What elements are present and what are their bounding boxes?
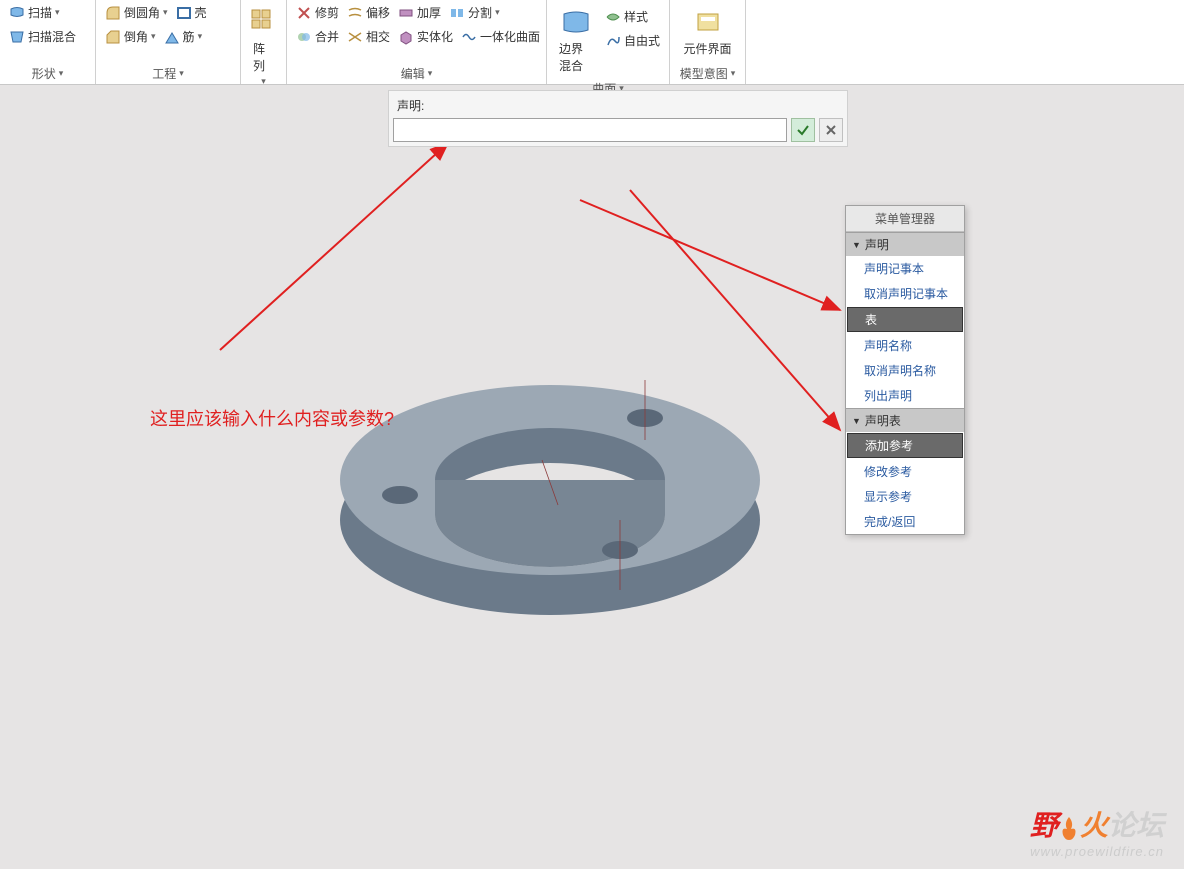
intersect-button[interactable]: 相交 xyxy=(344,26,393,47)
scan-blend-label: 扫描混合 xyxy=(28,28,76,45)
shell-icon xyxy=(176,5,192,21)
menu-manager-title: 菜单管理器 xyxy=(846,206,964,232)
watermark: 野火论坛 www.proewildfire.cn xyxy=(1030,804,1164,859)
pattern-icon xyxy=(248,6,280,38)
offset-button[interactable]: 偏移 xyxy=(344,2,393,23)
declare-text-input[interactable] xyxy=(393,118,787,142)
shape-group-label: 形状▾ xyxy=(6,63,89,84)
ribbon-toolbar: 扫描▾ 扫描混合 形状▾ 倒圆角▾ 壳 xyxy=(0,0,1184,85)
declare-input-panel: 声明: xyxy=(388,90,848,147)
menu-item[interactable]: 添加参考 xyxy=(847,433,963,458)
flame-icon xyxy=(1058,815,1080,841)
component-ui-label: 元件界面 xyxy=(683,40,731,57)
menu-manager-panel: 菜单管理器 ▼声明 声明记事本取消声明记事本表声明名称取消声明名称列出声明 ▼声… xyxy=(845,205,965,535)
intersect-icon xyxy=(347,29,363,45)
rib-label: 筋 xyxy=(183,28,195,45)
menu-item[interactable]: 修改参考 xyxy=(846,459,964,484)
cancel-button[interactable] xyxy=(819,118,843,142)
menu-item[interactable]: 声明名称 xyxy=(846,333,964,358)
shell-label: 壳 xyxy=(195,4,207,21)
declare-input-label: 声明: xyxy=(393,95,843,116)
menu-item[interactable]: 取消声明名称 xyxy=(846,358,964,383)
menu-item[interactable]: 完成/返回 xyxy=(846,509,964,534)
ribbon-group-engineering: 倒圆角▾ 壳 倒角▾ 筋▾ 工程▾ xyxy=(96,0,241,84)
close-icon xyxy=(825,124,837,136)
ribbon-group-edit: 修剪 偏移 加厚 分割▾ 合并 相交 实体化 一体化曲面 编辑▾ xyxy=(287,0,547,84)
unify-button[interactable]: 一体化曲面 xyxy=(458,26,543,47)
chevron-down-icon: ▾ xyxy=(55,7,60,18)
menu-item[interactable]: 取消声明记事本 xyxy=(846,281,964,306)
round-button[interactable]: 倒圆角▾ xyxy=(102,2,171,23)
chamfer-label: 倒角 xyxy=(124,28,148,45)
boundary-blend-label: 边界混合 xyxy=(559,40,593,74)
freestyle-button[interactable]: 自由式 xyxy=(602,30,663,51)
viewport-overlay xyxy=(0,85,1184,869)
chamfer-button[interactable]: 倒角▾ xyxy=(102,26,159,47)
split-icon xyxy=(449,5,465,21)
scan-blend-button[interactable]: 扫描混合 xyxy=(6,26,79,47)
thicken-icon xyxy=(398,5,414,21)
thicken-button[interactable]: 加厚 xyxy=(395,2,444,23)
merge-icon xyxy=(296,29,312,45)
merge-button[interactable]: 合并 xyxy=(293,26,342,47)
offset-icon xyxy=(347,5,363,21)
style-button[interactable]: 样式 xyxy=(602,6,663,27)
scan-icon xyxy=(9,5,25,21)
shell-button[interactable]: 壳 xyxy=(173,2,210,23)
menu-item[interactable]: 列出声明 xyxy=(846,383,964,408)
menu-section-declare[interactable]: ▼声明 xyxy=(846,232,964,256)
rib-button[interactable]: 筋▾ xyxy=(161,26,206,47)
ribbon-group-pattern: 阵列 ▾ xyxy=(241,0,287,84)
model-group-label: 模型意图▾ xyxy=(676,63,739,84)
chevron-down-icon: ▾ xyxy=(198,31,203,42)
eng-group-label: 工程▾ xyxy=(102,63,234,84)
pattern-button[interactable]: 阵列 ▾ xyxy=(247,2,280,91)
component-ui-icon xyxy=(692,6,724,38)
ribbon-group-model-intent: 元件界面 模型意图▾ xyxy=(670,0,746,84)
chevron-down-icon: ▾ xyxy=(151,31,156,42)
chevron-down-icon: ▾ xyxy=(163,7,168,18)
ribbon-group-surface: 边界混合 样式 自由式 曲面▾ xyxy=(547,0,670,84)
menu-section-declare-table[interactable]: ▼声明表 xyxy=(846,408,964,432)
boundary-blend-button[interactable]: 边界混合 xyxy=(553,2,599,78)
solidify-icon xyxy=(398,29,414,45)
scan-blend-icon xyxy=(9,29,25,45)
boundary-blend-icon xyxy=(560,6,592,38)
split-button[interactable]: 分割▾ xyxy=(446,2,503,23)
trim-icon xyxy=(296,5,312,21)
ribbon-group-shape: 扫描▾ 扫描混合 形状▾ xyxy=(0,0,96,84)
triangle-down-icon: ▼ xyxy=(852,240,861,250)
chamfer-icon xyxy=(105,29,121,45)
component-ui-button[interactable]: 元件界面 xyxy=(676,2,739,61)
scan-button[interactable]: 扫描▾ xyxy=(6,2,63,23)
menu-item[interactable]: 显示参考 xyxy=(846,484,964,509)
rib-icon xyxy=(164,29,180,45)
confirm-button[interactable] xyxy=(791,118,815,142)
style-icon xyxy=(605,9,621,25)
solidify-button[interactable]: 实体化 xyxy=(395,26,456,47)
round-icon xyxy=(105,5,121,21)
check-icon xyxy=(796,123,810,137)
freestyle-icon xyxy=(605,33,621,49)
watermark-url: www.proewildfire.cn xyxy=(1030,844,1164,859)
viewport-3d[interactable]: 这里应该输入什么内容或参数? xyxy=(0,85,1184,869)
watermark-logo: 野火论坛 xyxy=(1030,804,1164,844)
edit-group-label: 编辑▾ xyxy=(293,63,540,84)
pattern-label: 阵列 xyxy=(253,40,274,74)
unify-icon xyxy=(461,29,477,45)
round-label: 倒圆角 xyxy=(124,4,160,21)
menu-item[interactable]: 表 xyxy=(847,307,963,332)
triangle-down-icon: ▼ xyxy=(852,416,861,426)
annotation-question: 这里应该输入什么内容或参数? xyxy=(150,405,394,431)
trim-button[interactable]: 修剪 xyxy=(293,2,342,23)
scan-label: 扫描 xyxy=(28,4,52,21)
menu-item[interactable]: 声明记事本 xyxy=(846,256,964,281)
